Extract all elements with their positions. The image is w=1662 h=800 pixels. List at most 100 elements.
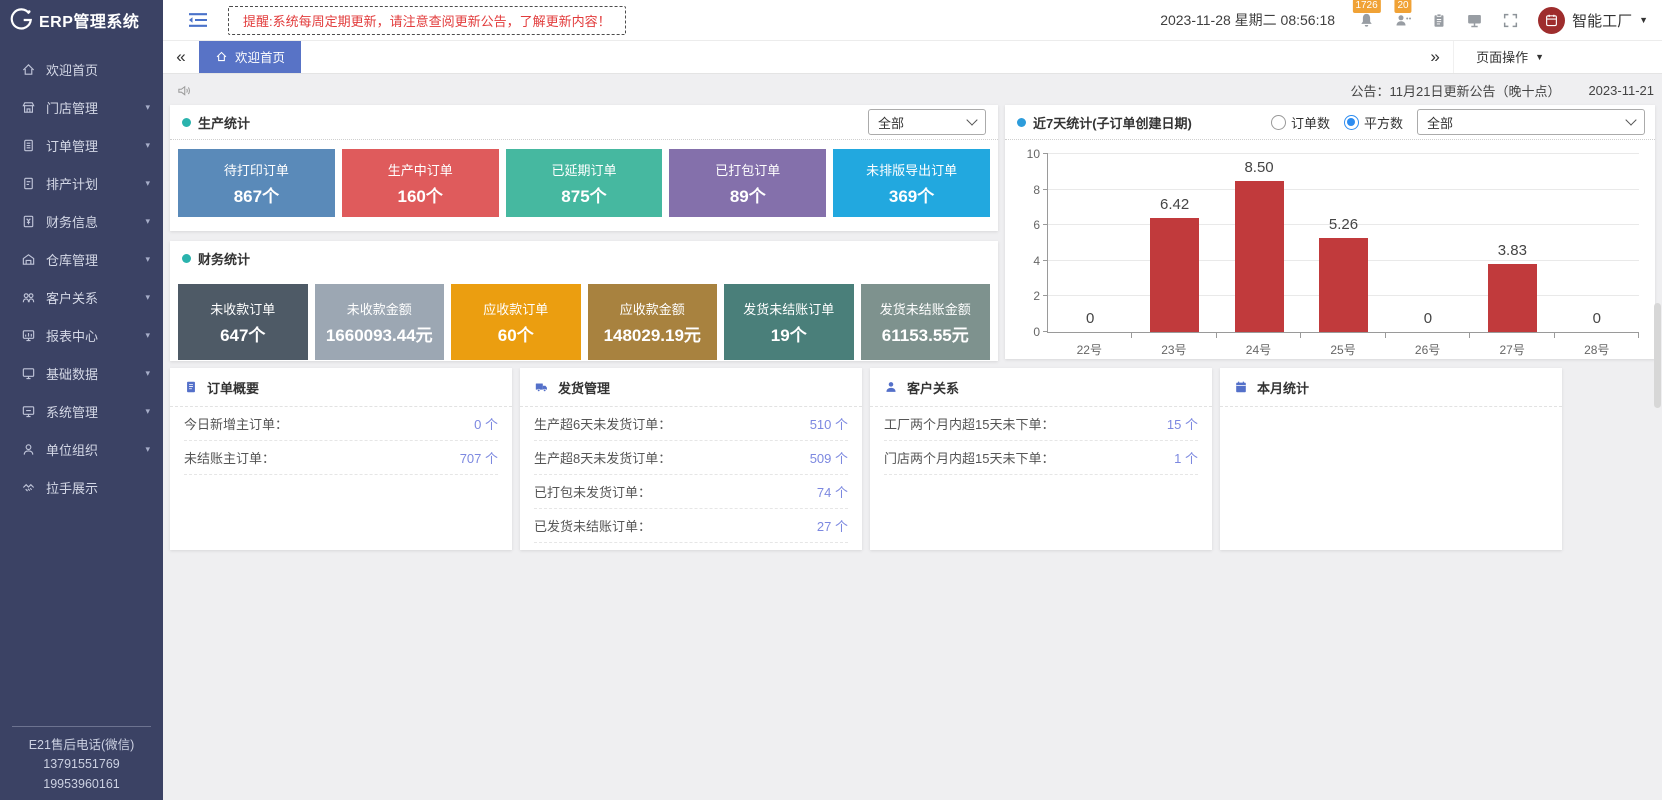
stat-card-delayed[interactable]: 已延期订单 875个: [506, 149, 663, 217]
logo-icon: [8, 7, 34, 33]
home-icon: [21, 62, 37, 77]
section-dot: [1017, 118, 1026, 127]
vertical-scrollbar[interactable]: [1654, 303, 1661, 408]
stat-card-receivable-orders[interactable]: 应收款订单 60个: [451, 284, 581, 360]
sidebar-item-orders[interactable]: 订单管理 ▾: [0, 126, 163, 164]
info-row: 已打包未发货订单： 74 个: [534, 475, 848, 509]
chevron-down-icon: [966, 114, 977, 125]
schedule-icon: [21, 176, 37, 191]
bar-value-label: 8.50: [1217, 159, 1301, 176]
bar-value-label: 6.42: [1132, 196, 1216, 213]
seven-day-chart-panel: 近7天统计(子订单创建日期) 订单数 平方数 全部 024681006.428.…: [1005, 105, 1655, 359]
collapse-menu-icon[interactable]: [188, 12, 208, 28]
chevron-down-icon: ▾: [145, 178, 150, 189]
chart-metric-radios: 订单数 平方数 全部: [1271, 109, 1645, 135]
sidebar-item-store[interactable]: 门店管理 ▾: [0, 88, 163, 126]
sidebar-item-base-data[interactable]: 基础数据 ▾: [0, 354, 163, 392]
chevron-down-icon: ▾: [145, 368, 150, 379]
info-row: 生产超6天未发货订单： 510 个: [534, 407, 848, 441]
shipping-management-panel: 发货管理 生产超6天未发货订单： 510 个 生产超8天未发货订单： 509 个…: [520, 368, 862, 550]
info-row: 未结账主订单： 707 个: [184, 441, 498, 475]
stat-card-shipped-unsettled-orders[interactable]: 发货未结账订单 19个: [724, 284, 854, 360]
message-badge: 20: [1395, 0, 1412, 13]
info-row: 已发货未结账订单： 27 个: [534, 509, 848, 543]
header-actions: 2023-11-28 星期二 08:56:18 1726 20 智能工厂 ▼: [1160, 7, 1662, 34]
stat-card-packed[interactable]: 已打包订单 89个: [669, 149, 826, 217]
sidebar-item-customers[interactable]: 客户关系 ▾: [0, 278, 163, 316]
system-reminder[interactable]: 提醒:系统每周定期更新，请注意查阅更新公告，了解更新内容！: [228, 6, 626, 35]
x-axis-label: 24号: [1216, 341, 1301, 358]
sidebar-item-partner[interactable]: 拉手展示: [0, 468, 163, 506]
calendar-icon: [1234, 380, 1248, 394]
sidebar-item-home[interactable]: 欢迎首页: [0, 50, 163, 88]
x-axis-label: 23号: [1132, 341, 1217, 358]
stat-card-to-print[interactable]: 待打印订单 867个: [178, 149, 335, 217]
announcement-bar: 公告：11月21日更新公告（晚十点） 2023-11-21: [176, 80, 1654, 100]
sidebar-item-warehouse[interactable]: 仓库管理 ▾: [0, 240, 163, 278]
tab-welcome-home[interactable]: 欢迎首页: [199, 40, 301, 73]
handshake-icon: [21, 480, 37, 495]
monitor-icon: [21, 404, 37, 419]
tab-bar: « 欢迎首页 » 页面操作 ▼: [163, 40, 1662, 74]
sidebar: ERP管理系统 欢迎首页 门店管理 ▾ 订单管理 ▾ 排产计划 ▾ 财务信息 ▾: [0, 0, 163, 800]
chart-filter-select[interactable]: 全部: [1417, 109, 1645, 135]
info-row: 生产超8天未发货订单： 509 个: [534, 441, 848, 475]
chevron-down-icon: ▾: [145, 140, 150, 151]
message-user-icon[interactable]: 20: [1394, 12, 1412, 29]
chart-bar: [1488, 264, 1537, 332]
sidebar-item-system[interactable]: 系统管理 ▾: [0, 392, 163, 430]
customers-icon: [21, 290, 37, 305]
chevron-down-icon: ▾: [145, 216, 150, 227]
production-filter-select[interactable]: 全部: [868, 109, 986, 135]
chart-bar: [1150, 218, 1199, 332]
finance-stats-panel: 财务统计 未收款订单 647个 未收款金额 1660093.44元 应收款订单 …: [170, 241, 998, 361]
chevron-down-icon: ▾: [145, 444, 150, 455]
warehouse-icon: [21, 252, 37, 267]
radio-order-count[interactable]: [1271, 115, 1286, 130]
stat-card-receivable-amount[interactable]: 应收款金额 148029.19元: [588, 284, 718, 360]
user-menu[interactable]: 智能工厂 ▼: [1538, 7, 1648, 34]
stat-card-unscheduled-export[interactable]: 未排版导出订单 369个: [833, 149, 990, 217]
stat-card-unpaid-orders[interactable]: 未收款订单 647个: [178, 284, 308, 360]
stat-card-unpaid-amount[interactable]: 未收款金额 1660093.44元: [315, 284, 445, 360]
sidebar-item-organization[interactable]: 单位组织 ▾: [0, 430, 163, 468]
sidebar-item-finance[interactable]: 财务信息 ▾: [0, 202, 163, 240]
chevron-down-icon: ▾: [145, 102, 150, 113]
store-icon: [21, 100, 37, 115]
chart-title: 近7天统计(子订单创建日期): [1033, 113, 1192, 132]
x-axis-label: 27号: [1470, 341, 1555, 358]
chevron-down-icon: ▼: [1535, 52, 1544, 62]
chevron-down-icon: ▼: [1639, 15, 1648, 25]
page-actions-dropdown[interactable]: 页面操作 ▼: [1453, 40, 1566, 73]
tabs-scroll-right-button[interactable]: »: [1417, 40, 1453, 73]
document-icon: [184, 380, 198, 394]
x-axis-label: 26号: [1385, 341, 1470, 358]
stat-card-shipped-unsettled-amount[interactable]: 发货未结账金额 61153.55元: [861, 284, 991, 360]
announcement-link[interactable]: 公告：11月21日更新公告（晚十点）: [1350, 81, 1560, 100]
chevron-down-icon: ▾: [145, 406, 150, 417]
fullscreen-icon[interactable]: [1502, 12, 1519, 29]
info-row: 今日新增主订单： 0 个: [184, 407, 498, 441]
order-icon: [21, 138, 37, 153]
radio-square-count[interactable]: [1344, 115, 1359, 130]
production-stats-title: 生产统计: [198, 113, 250, 132]
finance-icon: [21, 214, 37, 229]
top-header: 提醒:系统每周定期更新，请注意查阅更新公告，了解更新内容！ 2023-11-28…: [163, 0, 1662, 41]
tabs-scroll-left-button[interactable]: «: [163, 40, 199, 73]
notification-bell-icon[interactable]: 1726: [1358, 12, 1375, 29]
section-dot: [182, 118, 191, 127]
chart-plot: 024681006.428.505.2603.830: [1047, 154, 1639, 333]
chevron-down-icon: ▾: [145, 292, 150, 303]
stat-card-in-production[interactable]: 生产中订单 160个: [342, 149, 499, 217]
bar-value-label: 3.83: [1470, 242, 1554, 259]
home-icon: [215, 50, 228, 63]
speaker-icon[interactable]: [176, 83, 192, 98]
sidebar-item-schedule[interactable]: 排产计划 ▾: [0, 164, 163, 202]
chart-bar: [1235, 181, 1284, 332]
clipboard-icon[interactable]: [1431, 12, 1447, 29]
bar-value-label: 5.26: [1301, 216, 1385, 233]
sidebar-item-reports[interactable]: 报表中心 ▾: [0, 316, 163, 354]
chart-bar: [1319, 238, 1368, 332]
person-icon: [884, 380, 898, 394]
screen-cast-icon[interactable]: [1466, 12, 1483, 29]
